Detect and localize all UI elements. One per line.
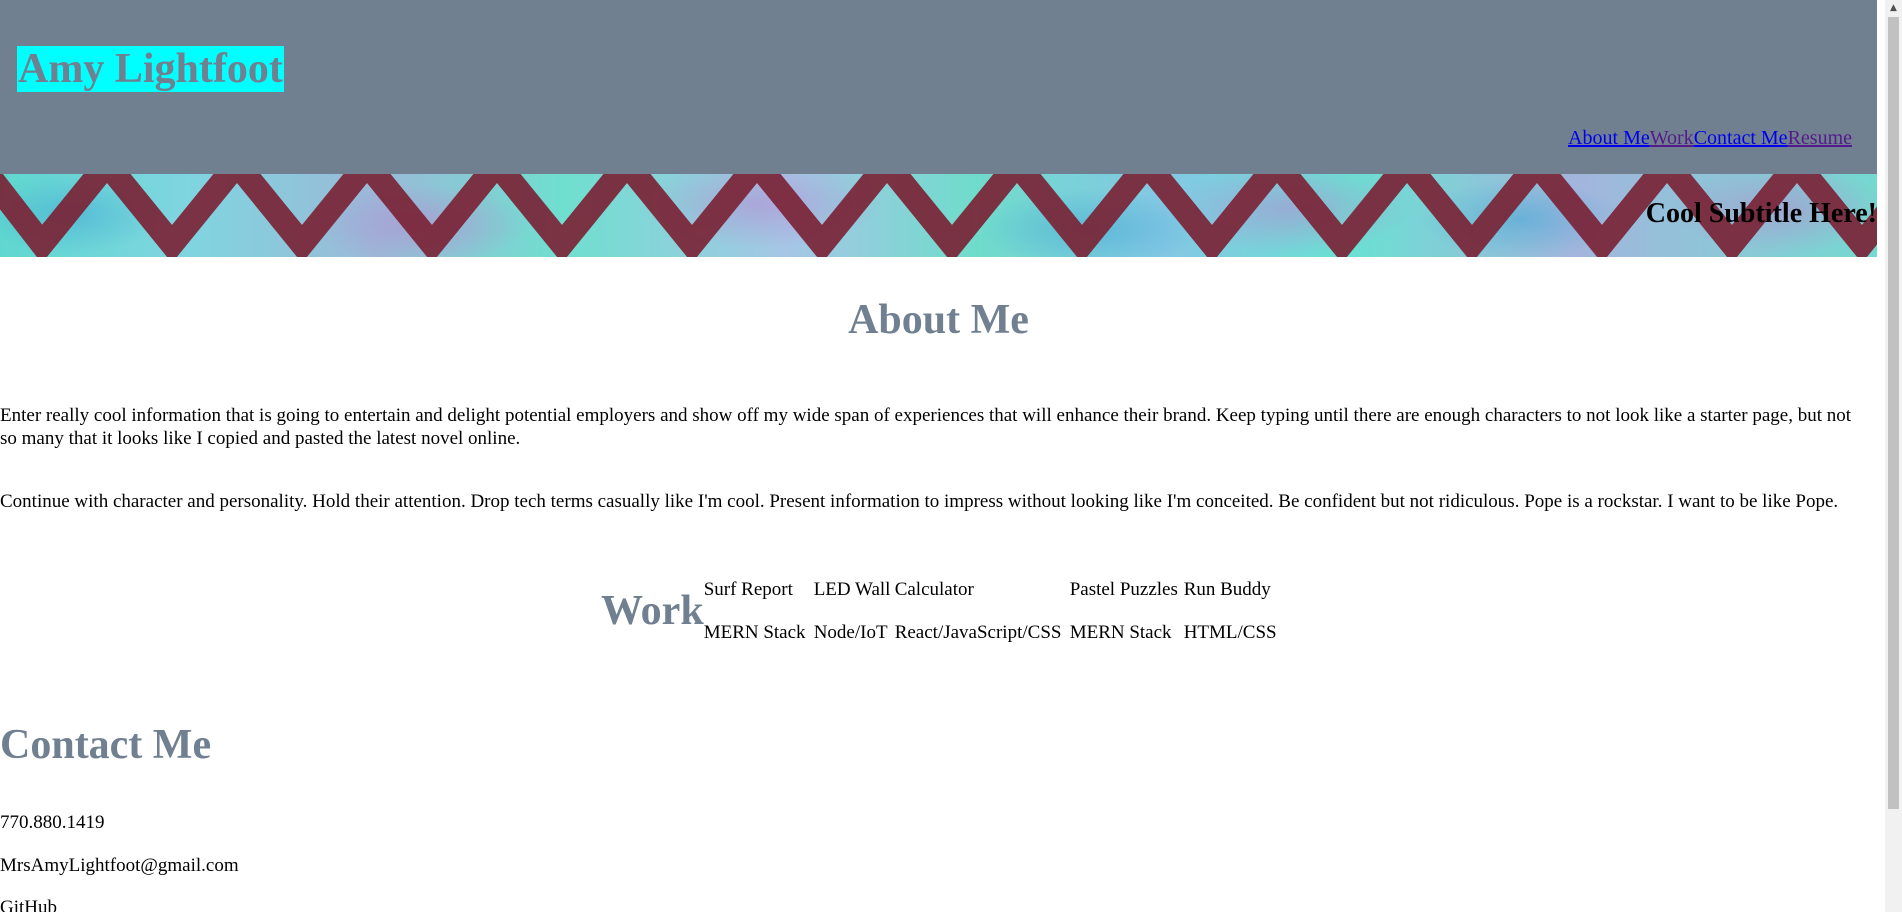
contact-phone: 770.880.1419: [0, 812, 105, 833]
contact-email[interactable]: MrsAmyLightfoot@gmail.com: [0, 854, 239, 877]
nav-link-resume[interactable]: Resume: [1788, 127, 1852, 149]
page-content: Amy Lightfoot About MeWorkContact MeResu…: [0, 0, 1877, 912]
about-heading: About Me: [848, 297, 1029, 343]
banner-chevron-pattern: [0, 174, 1877, 257]
contact-github[interactable]: GitHub: [0, 896, 57, 912]
project-name[interactable]: LED Wall: [814, 568, 895, 611]
about-paragraph: Enter really cool information that is go…: [0, 405, 1852, 449]
work-section: Work Surf Report LED Wall Calculator Pas…: [601, 568, 1277, 654]
banner-subtitle: Cool Subtitle Here!: [1645, 198, 1877, 229]
nav-link-contact-me[interactable]: Contact Me: [1694, 127, 1788, 149]
project-name[interactable]: Run Buddy: [1184, 568, 1277, 611]
project-tech: MERN Stack: [703, 621, 806, 643]
site-title: Amy Lightfoot: [17, 46, 284, 92]
main-nav: About MeWorkContact MeResume: [1568, 126, 1852, 150]
project-tech: React/JavaScript/CSS: [894, 621, 1062, 643]
project-tech: HTML/CSS: [1183, 621, 1277, 643]
hero-banner: Cool Subtitle Here!: [0, 174, 1877, 257]
contact-heading: Contact Me: [0, 722, 212, 768]
browser-viewport: Amy Lightfoot About MeWorkContact MeResu…: [0, 0, 1902, 912]
about-paragraph: Continue with character and personality.…: [0, 491, 1839, 512]
project-name[interactable]: Pastel Puzzles: [1070, 568, 1184, 611]
project-tech: Node/IoT: [813, 621, 888, 643]
vertical-scrollbar[interactable]: ▲: [1885, 0, 1902, 912]
scrollbar-thumb[interactable]: [1888, 17, 1899, 809]
project-name[interactable]: Surf Report: [704, 568, 814, 611]
site-header: Amy Lightfoot About MeWorkContact MeResu…: [0, 0, 1877, 174]
work-table: Surf Report LED Wall Calculator Pastel P…: [704, 568, 1277, 654]
project-tech-row: MERN Stack Node/IoT React/JavaScript/CSS…: [704, 611, 1277, 654]
nav-link-work[interactable]: Work: [1650, 127, 1694, 149]
project-tech: MERN Stack: [1069, 621, 1172, 643]
nav-link-about-me[interactable]: About Me: [1568, 127, 1650, 149]
project-name-row: Surf Report LED Wall Calculator Pastel P…: [704, 568, 1277, 611]
project-name[interactable]: Calculator: [895, 568, 1070, 611]
work-heading: Work: [601, 588, 704, 634]
scroll-up-arrow-icon[interactable]: ▲: [1885, 0, 1902, 17]
